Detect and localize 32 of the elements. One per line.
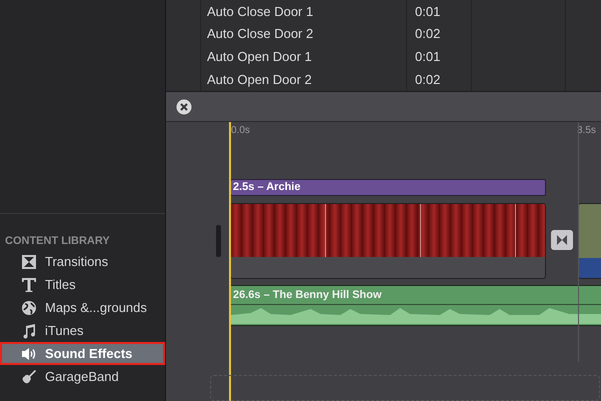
ruler-label: 0.0s [231,124,250,138]
sound-row[interactable]: Auto Close Door 1 0:01 [201,0,601,23]
sidebar-item[interactable]: iTunes [0,319,165,342]
sound-row[interactable]: Auto Open Door 2 0:02 [201,68,601,91]
title-clip[interactable]: 2.5s – Archie [230,179,546,196]
scroll-handle[interactable] [216,225,221,257]
close-icon[interactable] [176,98,192,114]
sidebar-item[interactable]: Titles [0,273,165,296]
sound-duration: 0:02 [406,68,471,91]
sidebar-item[interactable]: Maps &...grounds [0,296,165,319]
sound-name: Auto Close Door 2 [206,25,314,44]
bowtie-icon [556,234,568,246]
video-clip[interactable] [230,203,546,279]
guitar-icon [21,368,37,384]
sound-duration: 0:02 [406,22,471,46]
sound-row[interactable]: Auto Close Door 2 0:02 [201,22,601,46]
sound-duration: 0:01 [406,46,471,68]
speaker-icon [21,346,37,362]
sound-name: Auto Close Door 1 [206,2,314,21]
sidebar-heading: CONTENT LIBRARY [5,234,111,248]
sound-duration: 0:01 [406,0,471,23]
letter-t-icon [21,276,37,292]
sidebar-item[interactable]: Transitions [0,250,165,273]
music-note-icon [21,322,37,338]
sound-row[interactable]: Auto Open Door 1 0:01 [201,46,601,68]
sidebar-item[interactable]: GarageBand [0,365,165,388]
sidebar-item[interactable]: Sound Effects [0,342,165,365]
sound-name: Auto Open Door 1 [206,48,313,66]
hourglass-icon [21,254,37,270]
transition-button[interactable] [551,230,573,250]
globe-icon [21,300,37,316]
sound-name: Auto Open Door 2 [206,70,313,89]
